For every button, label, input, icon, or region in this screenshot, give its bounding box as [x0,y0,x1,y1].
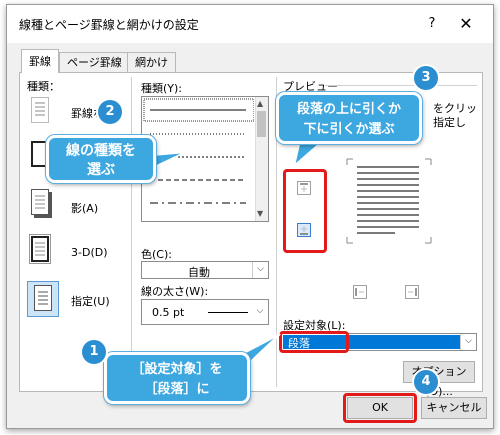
preview-divider [325,85,477,86]
close-button[interactable]: ✕ [453,13,479,35]
setting-3d-label: 3-D(D) [71,246,108,259]
callout-apply-to: ［設定対象］を ［段落］に [104,352,250,404]
dialog-title: 線種とページ罫線と網かけの設定 [19,18,199,32]
color-label: 色(C): [141,248,172,261]
setting-shadow-icon [31,189,49,215]
bottom-border-button[interactable] [297,223,311,237]
step-badge-1: 1 [82,340,106,364]
setting-shadow-label: 影(A) [71,202,99,215]
setting-3d[interactable] [29,234,59,268]
width-label: 線の太さ(W): [141,285,209,298]
setting-custom-label: 指定(U) [71,295,110,308]
callout-line-style: 線の種類を 選ぶ [46,135,156,183]
setting-3d-icon [29,234,51,264]
preview-area [345,157,433,245]
callout-text: 線の種類を [66,143,136,159]
right-border-button[interactable] [405,285,419,299]
highlight-apply-to [279,331,349,353]
settings-label: 種類： [27,80,60,93]
width-dropdown[interactable]: 0.5 pt ⌵ [141,299,269,325]
preview-hint: 指定し [433,116,466,129]
column-divider [131,77,132,387]
width-line-sample [208,312,248,313]
setting-custom-icon [34,285,52,311]
cancel-button[interactable]: キャンセル [421,397,487,419]
tab-shading[interactable]: 網かけ [127,52,176,72]
chevron-down-icon[interactable]: ⌵ [252,304,268,320]
tab-borders[interactable]: 罫線 [21,49,59,73]
callout-text: 下に引くか選ぶ [303,122,395,137]
scroll-up-icon[interactable]: ▲ [257,99,263,108]
top-border-button[interactable] [297,181,311,195]
highlight-ok-button [343,393,417,423]
setting-none[interactable] [29,95,59,129]
callout-text: ［設定対象］を [131,362,223,377]
tab-page-border[interactable]: ページ罫線 [59,52,130,72]
callout-text: 段落の上に引くか [296,102,401,117]
color-dropdown[interactable]: 自動 ⌵ [141,261,269,279]
chevron-down-icon[interactable]: ⌵ [460,334,476,350]
left-border-button[interactable] [353,285,367,299]
callout-top-bottom: 段落の上に引くか 下に引くか選ぶ [276,92,422,144]
step-badge-4: 4 [414,370,438,394]
width-value: 0.5 pt [152,306,185,319]
scroll-thumb[interactable] [257,111,266,137]
chevron-down-icon[interactable]: ⌵ [252,262,268,278]
title-bar: 線種とページ罫線と網かけの設定 ? ✕ [7,5,493,43]
callout-text: 選ぶ [87,162,115,178]
scroll-down-icon[interactable]: ▼ [257,209,263,218]
callout-3-pointer [292,140,326,169]
color-value: 自動 [188,266,210,279]
callout-text: ［段落］に [144,382,210,397]
help-button[interactable]: ? [421,13,443,35]
step-badge-2: 2 [98,100,122,124]
step-badge-3: 3 [414,66,438,90]
setting-none-icon [31,97,49,123]
setting-custom[interactable] [27,281,59,317]
style-label: 種類(Y): [141,82,183,95]
setting-shadow[interactable] [29,187,59,221]
